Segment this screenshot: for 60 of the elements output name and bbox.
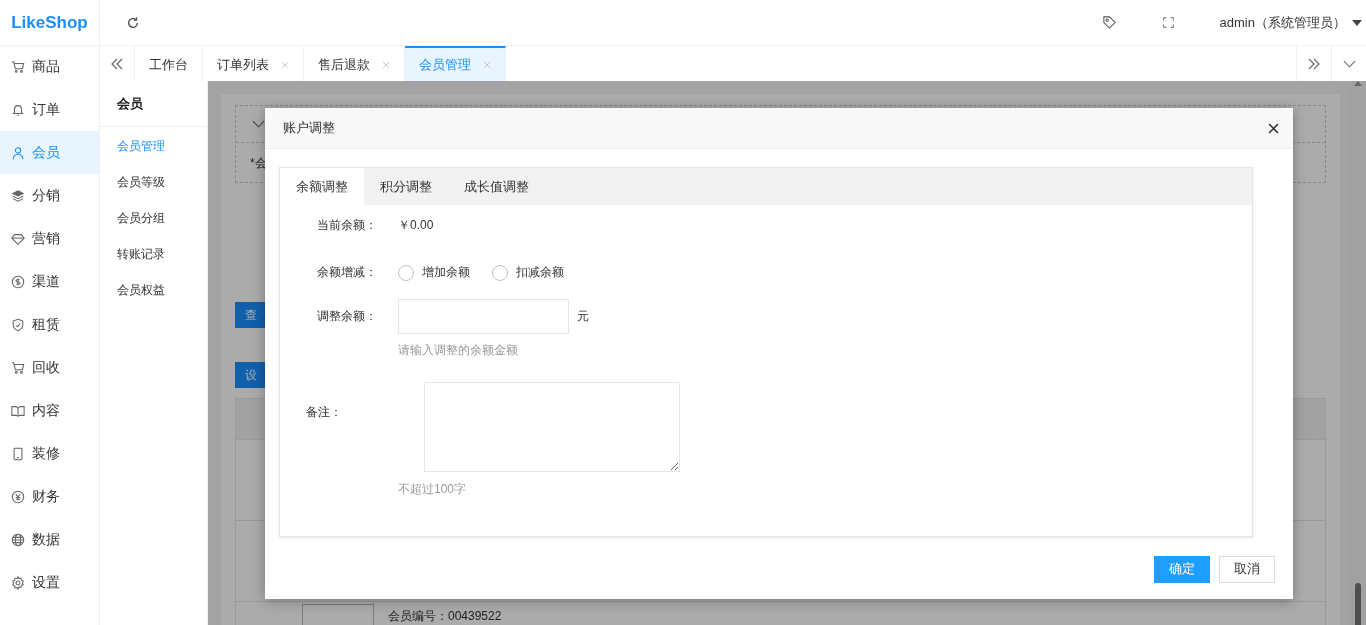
dialog-tab[interactable]: 积分调整	[364, 168, 448, 205]
logo: LikeShop	[0, 0, 99, 45]
sidebar-item[interactable]: 订单	[0, 88, 99, 131]
field-hint: 不超过100字	[398, 482, 467, 496]
user-icon	[11, 145, 25, 160]
sidebar-item[interactable]: 数据	[0, 518, 99, 561]
sidebar-item[interactable]: 回收	[0, 346, 99, 389]
page-tab[interactable]: 工作台	[135, 46, 203, 81]
field-label: 当前余额：	[316, 217, 378, 234]
gear-icon	[11, 575, 25, 590]
dialog-tab[interactable]: 余额调整	[280, 168, 364, 205]
field-label: 余额增减：	[316, 264, 378, 281]
remark-input[interactable]	[424, 382, 680, 472]
sidebar-item[interactable]: 商品	[0, 45, 99, 88]
submenu-item[interactable]: 会员等级	[100, 164, 207, 200]
submenu-item[interactable]: 会员分组	[100, 200, 207, 236]
submenu-item[interactable]: 会员权益	[100, 272, 207, 308]
unit-label: 元	[577, 308, 589, 325]
fullscreen-icon[interactable]	[1162, 17, 1174, 28]
field-label: 备注：	[305, 404, 343, 421]
layers-icon	[11, 188, 25, 203]
chevron-down-icon[interactable]	[252, 120, 265, 128]
diamond-icon	[11, 231, 25, 246]
yen-icon	[11, 489, 25, 504]
dialog-title: 账户调整	[283, 119, 336, 137]
user-name[interactable]: admin（系统管理员）	[1219, 13, 1346, 32]
radio-option[interactable]: 扣减余额	[492, 264, 564, 281]
sidebar-item[interactable]: 装修	[0, 432, 99, 475]
sidebar-item[interactable]: 内容	[0, 389, 99, 432]
radio-option[interactable]: 增加余额	[398, 264, 470, 281]
cart-icon	[11, 59, 25, 74]
sidebar-item[interactable]: 营销	[0, 217, 99, 260]
submenu-item[interactable]: 转账记录	[100, 236, 207, 272]
sidebar-item[interactable]: 分销	[0, 174, 99, 217]
refresh-icon[interactable]	[126, 15, 140, 30]
balance-value: ￥0.00	[398, 217, 434, 234]
tag-icon[interactable]	[1101, 15, 1117, 30]
sidebar-item[interactable]: 设置	[0, 561, 99, 604]
scrollbar-thumb[interactable]	[1354, 583, 1362, 625]
amount-input[interactable]	[398, 299, 569, 334]
dollar-icon	[11, 274, 25, 289]
field-hint: 请输入调整的余额金额	[398, 343, 518, 357]
image-placeholder	[302, 604, 374, 625]
cancel-button[interactable]: 取消	[1219, 555, 1275, 583]
shield-icon	[11, 317, 25, 332]
field-label: 调整余额：	[316, 308, 378, 325]
sidebar-item[interactable]: 渠道	[0, 260, 99, 303]
caret-icon[interactable]	[1352, 19, 1362, 26]
close-icon[interactable]	[1268, 122, 1279, 134]
cart-icon	[11, 360, 25, 375]
dialog-tab[interactable]: 成长值调整	[448, 168, 545, 205]
member-number: 会员编号：00439522	[388, 608, 502, 625]
globe-icon	[11, 532, 25, 547]
sidebar-item[interactable]: 租赁	[0, 303, 99, 346]
book-icon	[11, 403, 25, 418]
sidebar-item[interactable]: 财务	[0, 475, 99, 518]
submenu-title: 会员	[100, 81, 207, 127]
phone-icon	[11, 446, 25, 461]
scroll-up-icon[interactable]	[1354, 81, 1362, 86]
bell-icon	[11, 102, 25, 117]
